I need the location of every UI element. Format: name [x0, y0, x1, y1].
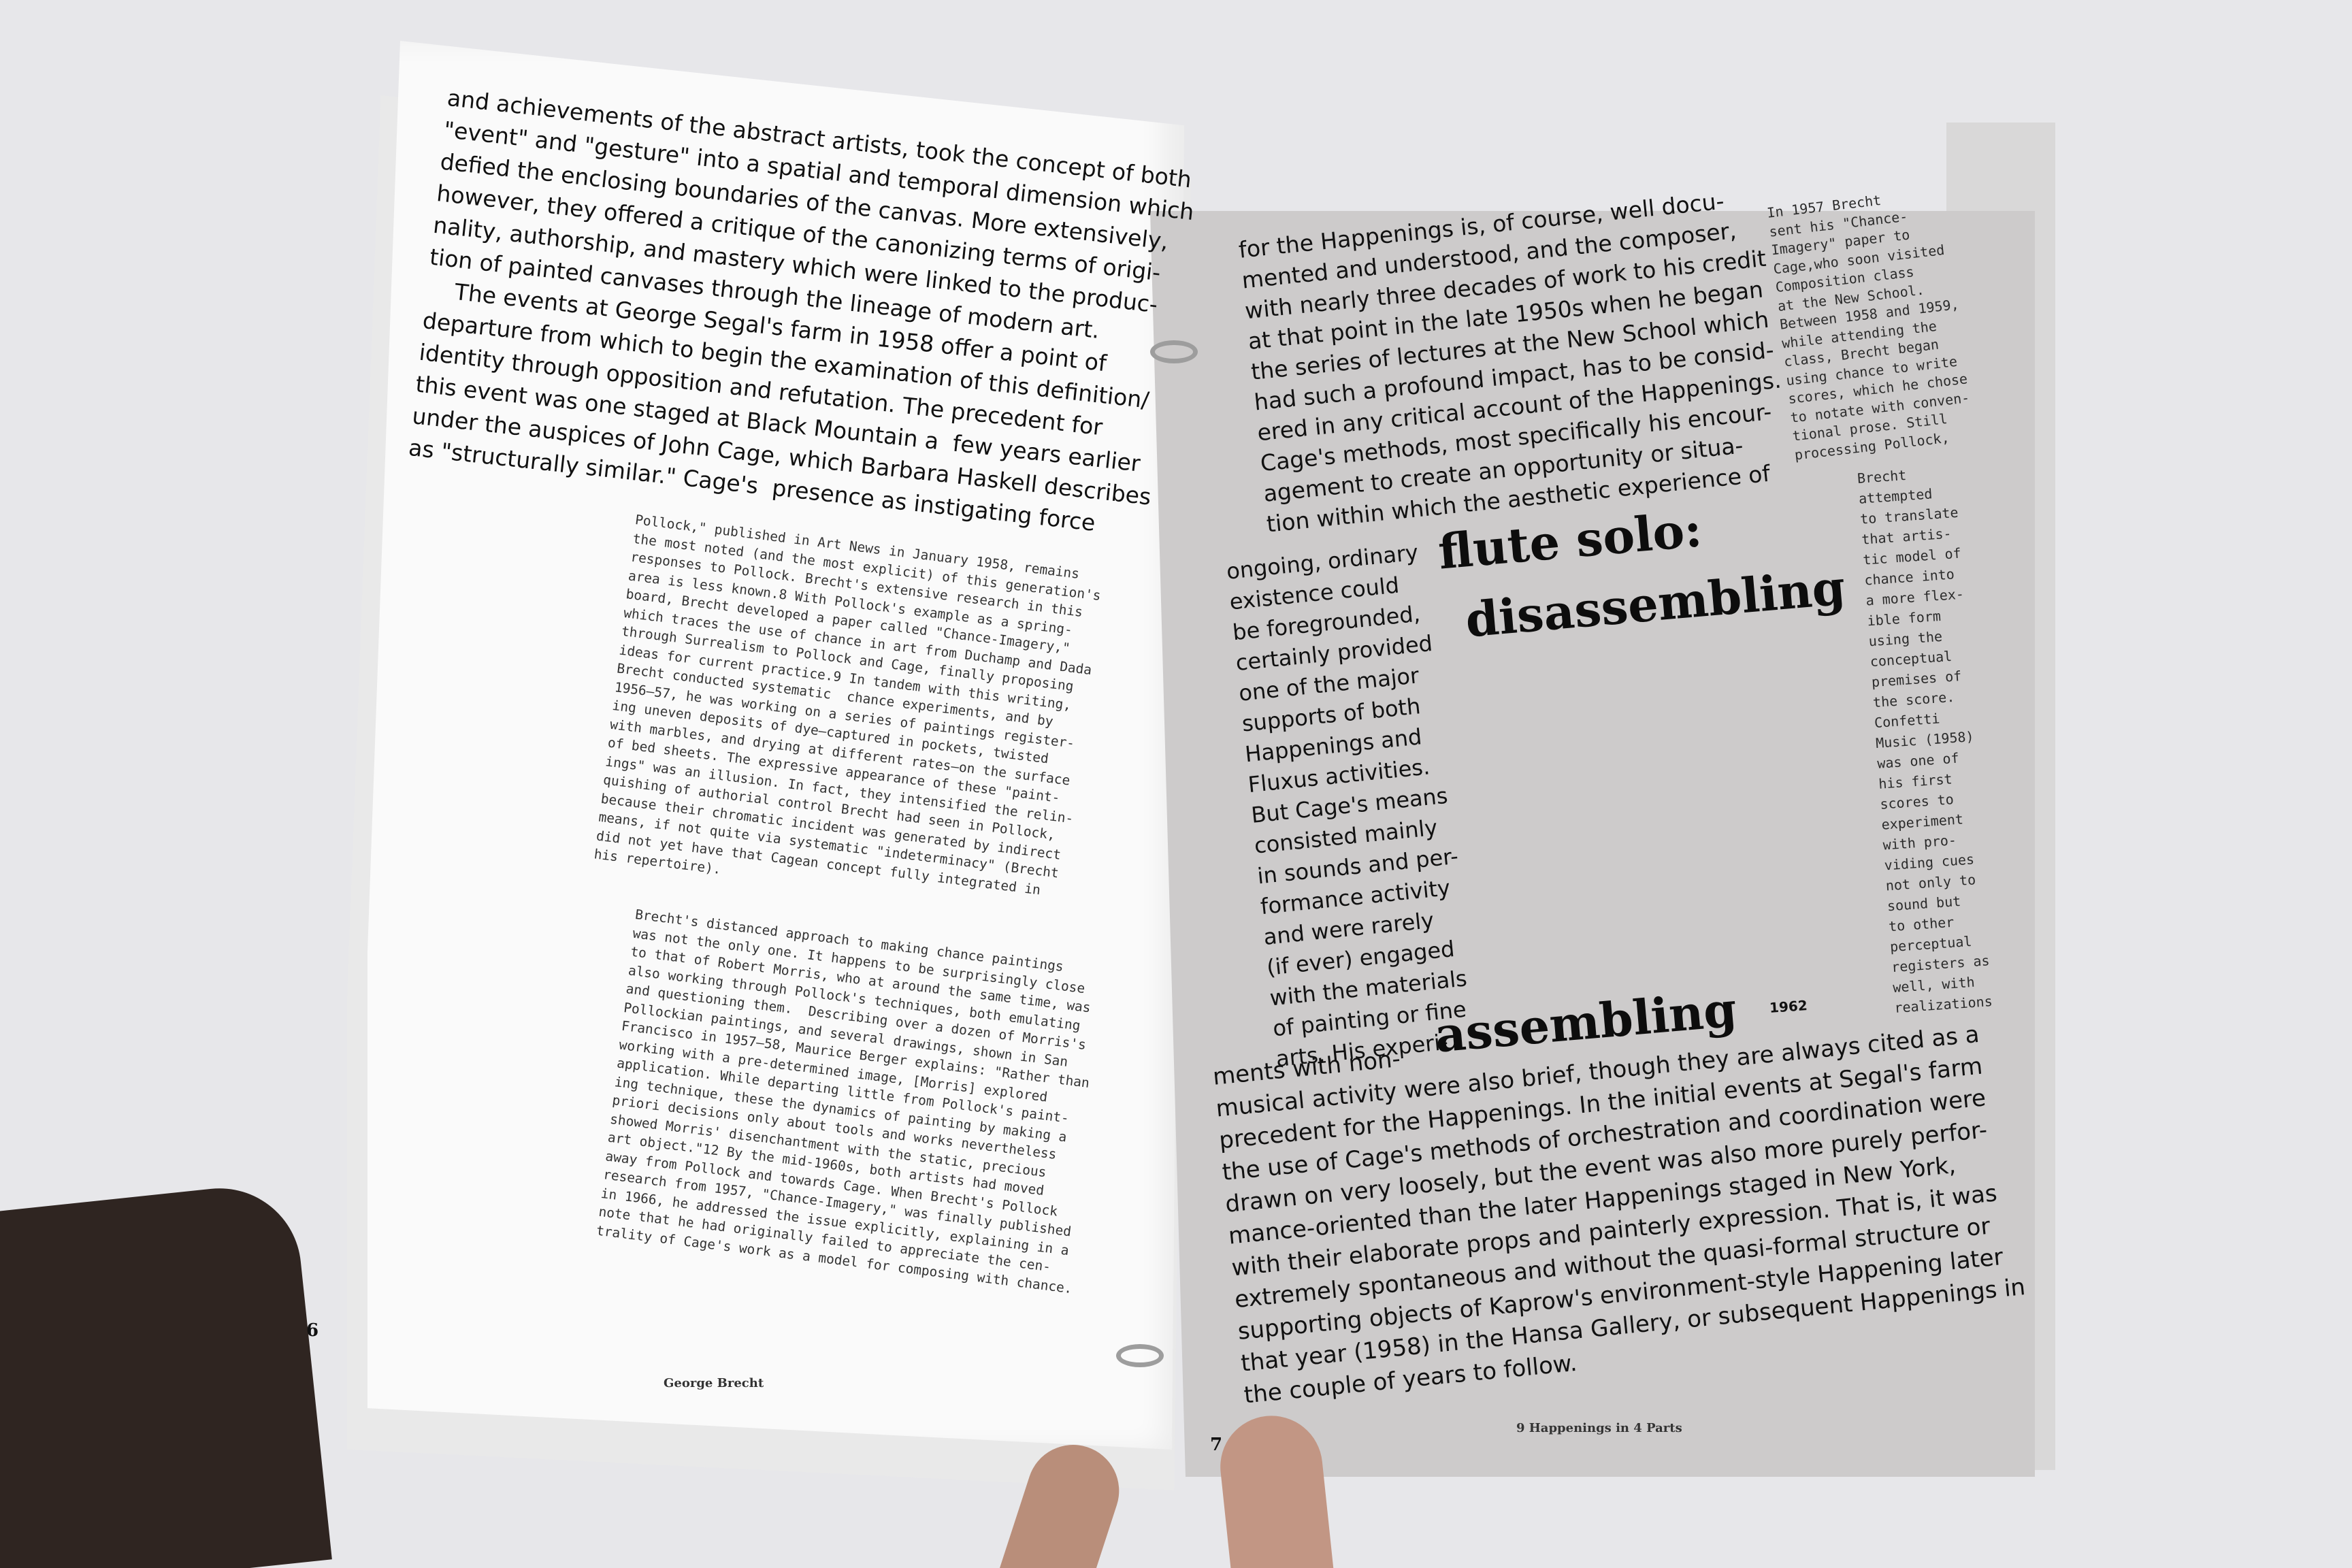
binding-ring-bottom — [1116, 1344, 1164, 1367]
left-page-number: 6 — [306, 1320, 319, 1341]
right-margin-note-1: In 1957 Brecht sent his "Chance- Imagery" … — [1766, 184, 1975, 465]
left-sidebar-text-2: Brecht's distanced approach to making ch… — [595, 905, 1150, 1303]
right-page-number: 7 — [1210, 1435, 1223, 1455]
left-body-text: and achievements of the abstract artists… — [407, 82, 1196, 545]
right-body-text: for the Happenings is, of course, well d… — [1237, 182, 1792, 540]
binding-ring-top — [1150, 340, 1198, 363]
left-footer: George Brecht — [664, 1376, 764, 1390]
photo-scene: and achievements of the abstract artists… — [0, 0, 2352, 1568]
right-footer: 9 Happenings in 4 Parts — [1516, 1421, 1682, 1435]
left-sidebar-text-1: Pollock," published in Art News in Janua… — [593, 510, 1149, 926]
arm — [0, 1180, 332, 1568]
